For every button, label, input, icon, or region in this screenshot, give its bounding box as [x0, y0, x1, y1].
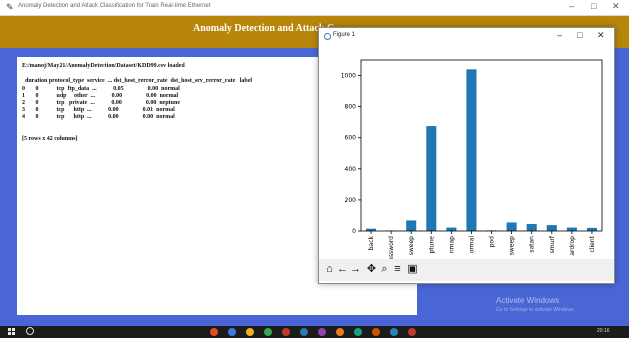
taskbar-app-icon[interactable] — [246, 328, 254, 336]
table-header: duration protocol_type service ... dst_h… — [22, 78, 253, 84]
figure-toolbar: ⌂ ← → ✥ ⌕ ≡ ▣ — [319, 259, 614, 281]
window-title: Anomaly Detection and Attack Classificat… — [18, 3, 211, 9]
pan-icon[interactable]: ✥ — [366, 263, 377, 275]
taskbar-app-icon[interactable] — [354, 328, 362, 336]
x-tick-label: sweep — [408, 236, 415, 255]
table-row: 1 0 udp other ... 0.00 0.00 normal — [22, 93, 179, 99]
configure-icon[interactable]: ≡ — [392, 263, 403, 275]
app-title: Anomaly Detection and Attack C — [193, 23, 335, 34]
figure-app-icon — [324, 33, 331, 40]
bar-chart: 0 200 400 600 800 1000 back assword sweep ptune nm… — [341, 59, 603, 259]
y-tick-label: 400 — [345, 166, 357, 173]
maximize-button[interactable]: □ — [591, 1, 596, 11]
figure-close-button[interactable]: ✕ — [597, 30, 605, 41]
bar — [546, 225, 557, 231]
close-button[interactable]: ✕ — [612, 1, 620, 12]
taskbar-app-icon[interactable] — [210, 328, 218, 336]
y-tick-label: 800 — [345, 104, 357, 111]
table-row: 4 0 tcp http ... 0.00 0.00 normal — [22, 114, 175, 120]
x-tick-label: pod — [489, 236, 496, 247]
taskbar: 20:16 — [0, 326, 629, 338]
forward-arrow-icon[interactable]: → — [350, 263, 361, 275]
taskbar-app-icon[interactable] — [336, 328, 344, 336]
taskbar-app-icon[interactable] — [264, 328, 272, 336]
back-arrow-icon[interactable]: ← — [337, 263, 348, 275]
bar — [406, 220, 417, 231]
x-tick-label: assword — [388, 236, 395, 259]
figure-maximize-button[interactable]: □ — [577, 30, 582, 40]
y-tick-label: 0 — [352, 228, 356, 235]
bar — [426, 126, 437, 231]
loaded-message: E:/manoj/May21/AnomalyDetection/Dataset/… — [22, 63, 185, 69]
feather-icon: ✎ — [6, 2, 14, 12]
x-tick-label: back — [368, 235, 375, 250]
bar — [526, 224, 537, 231]
bar — [506, 222, 517, 231]
figure-title: Figure 1 — [333, 32, 356, 38]
bar — [446, 227, 457, 231]
table-row: 3 0 tcp http ... 0.00 0.01 normal — [22, 107, 175, 113]
x-tick-label: nmap — [448, 236, 455, 253]
taskbar-clock: 20:16 — [597, 328, 610, 334]
taskbar-app-icon[interactable] — [390, 328, 398, 336]
activate-windows-watermark: Activate Windows — [496, 296, 560, 305]
x-tick-label: client — [589, 235, 596, 252]
y-tick-label: 1000 — [341, 73, 356, 80]
search-icon[interactable] — [26, 327, 34, 335]
app-titlebar: ✎ Anomaly Detection and Attack Classific… — [0, 0, 629, 16]
taskbar-app-icon[interactable] — [408, 328, 416, 336]
zoom-icon[interactable]: ⌕ — [379, 263, 390, 275]
minimize-button[interactable]: – — [569, 1, 574, 11]
activate-windows-hint: Go to Settings to activate Windows. — [496, 307, 575, 313]
taskbar-app-icon[interactable] — [228, 328, 236, 336]
taskbar-app-icon[interactable] — [372, 328, 380, 336]
x-tick-label: ormal — [468, 236, 475, 254]
x-tick-label: ptune — [428, 236, 435, 254]
x-tick-label: smurf — [549, 235, 556, 253]
figure-minimize-button[interactable]: – — [557, 30, 562, 40]
taskbar-app-icon[interactable] — [318, 328, 326, 336]
taskbar-app-icon[interactable] — [300, 328, 308, 336]
table-row: 2 0 tcp private ... 0.00 0.00 neptune — [22, 100, 180, 106]
start-button[interactable] — [8, 328, 16, 336]
x-tick-label: ardrop — [569, 236, 576, 256]
y-tick-label: 600 — [345, 135, 357, 142]
table-summary: [5 rows x 42 columns] — [22, 136, 78, 142]
save-icon[interactable]: ▣ — [407, 263, 418, 275]
figure-window[interactable]: Figure 1 – □ ✕ 0 200 400 600 800 1000 back assw… — [318, 27, 615, 284]
home-icon[interactable]: ⌂ — [324, 263, 335, 275]
bar — [566, 227, 577, 231]
x-tick-label: sweep — [509, 236, 516, 255]
taskbar-app-icon[interactable] — [282, 328, 290, 336]
table-row: 0 0 tcp ftp_data ... 0.05 0.00 normal — [22, 86, 180, 92]
y-tick-label: 200 — [345, 197, 357, 204]
x-tick-label: satan — [529, 236, 536, 253]
bar — [466, 69, 477, 231]
bar — [586, 227, 597, 231]
plot-frame — [360, 59, 603, 232]
